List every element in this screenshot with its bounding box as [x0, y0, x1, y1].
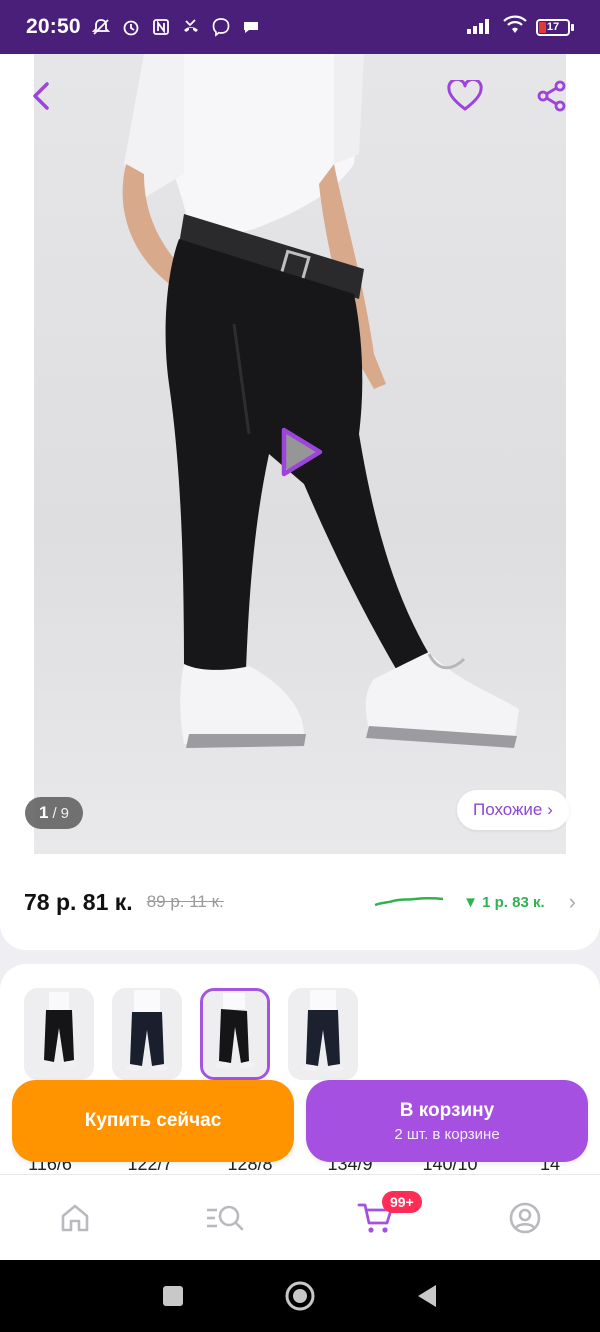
thumbnail-4[interactable]: [288, 988, 358, 1080]
circle-icon: [285, 1281, 315, 1311]
price-sparkline-icon: [374, 897, 444, 907]
status-system-icons: 17: [466, 15, 574, 40]
bottom-navigation: 99+: [0, 1174, 600, 1260]
nav-home[interactable]: [0, 1175, 150, 1261]
share-button[interactable]: [530, 74, 574, 118]
share-icon: [537, 80, 566, 112]
price-trend[interactable]: ▼ 1 р. 83 к. ›: [373, 889, 576, 915]
nav-catalog[interactable]: [150, 1175, 300, 1261]
play-icon: [281, 427, 323, 477]
system-navigation: [0, 1260, 600, 1332]
missed-call-icon: [181, 17, 201, 37]
heart-icon: [447, 80, 483, 111]
mute-icon: [91, 17, 111, 37]
signal-icon: [466, 15, 494, 40]
price-old: 89 р. 11 к.: [146, 892, 224, 911]
product-gallery[interactable]: 1 / 9 Похожие ›: [0, 54, 600, 854]
buy-now-button[interactable]: Купить сейчас: [12, 1080, 294, 1162]
nfc-icon: [151, 17, 171, 37]
status-notification-icons: [91, 17, 261, 37]
triangle-back-icon: [417, 1285, 436, 1307]
viber-icon: [211, 17, 231, 37]
price-current: 78 р. 81 к.: [24, 888, 133, 915]
status-bar: 20:50 17: [0, 0, 600, 54]
home-icon: [61, 1204, 89, 1232]
alarm-icon: [121, 17, 141, 37]
play-video-button[interactable]: [272, 424, 328, 480]
back-system-button[interactable]: [407, 1276, 447, 1316]
chevron-right-icon: ›: [568, 889, 576, 914]
thumbnail-1[interactable]: [24, 988, 94, 1080]
battery-icon: 17: [536, 18, 574, 36]
wifi-icon: [502, 15, 528, 40]
add-to-cart-label: В корзину: [399, 1099, 495, 1121]
chat-icon: [241, 17, 261, 37]
thumbnail-3-selected[interactable]: [200, 988, 270, 1080]
add-to-cart-button[interactable]: В корзину 2 шт. в корзине: [306, 1080, 588, 1162]
chevron-left-icon: [33, 82, 49, 110]
gallery-counter: 1 / 9: [25, 797, 83, 829]
gallery-total: 9: [60, 804, 69, 822]
thumbnail-list: [24, 988, 358, 1080]
thumbnail-2[interactable]: [112, 988, 182, 1080]
similar-button[interactable]: Похожие ›: [457, 790, 569, 830]
recents-button[interactable]: [153, 1276, 193, 1316]
cart-quantity-label: 2 шт. в корзине: [394, 1125, 500, 1143]
cart-badge: 99+: [382, 1191, 422, 1213]
nav-profile[interactable]: [450, 1175, 600, 1261]
price-card: 78 р. 81 к. 89 р. 11 к. ▼ 1 р. 83 к. ›: [0, 854, 600, 950]
home-system-button[interactable]: [280, 1276, 320, 1316]
nav-cart[interactable]: 99+: [300, 1175, 450, 1261]
gallery-separator: /: [52, 804, 57, 822]
price-change: ▼ 1 р. 83 к.: [463, 893, 545, 911]
favorite-button[interactable]: [443, 74, 487, 118]
status-time: 20:50: [26, 15, 81, 38]
catalog-search-icon: [207, 1205, 244, 1231]
profile-icon: [509, 1202, 541, 1234]
back-button[interactable]: [20, 74, 64, 118]
battery-level: 17: [546, 21, 560, 33]
gallery-current: 1: [39, 803, 49, 822]
square-icon: [163, 1286, 184, 1306]
